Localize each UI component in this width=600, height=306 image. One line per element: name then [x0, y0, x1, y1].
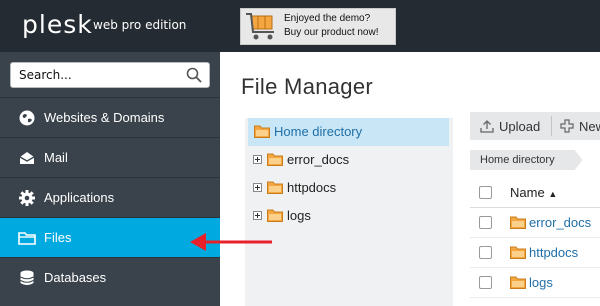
toolbar-divider [551, 116, 552, 136]
sidebar-item-label: Files [44, 230, 72, 245]
column-header-name[interactable]: Name ▲ [510, 185, 557, 200]
folder-icon [18, 232, 36, 245]
page-title: File Manager [241, 74, 373, 99]
row-checkbox[interactable] [479, 246, 492, 259]
mail-icon [19, 152, 35, 164]
sidebar-item-label: Applications [44, 190, 115, 205]
breadcrumb[interactable]: Home directory [470, 150, 583, 170]
tree-item-home-directory[interactable]: Home directory [248, 118, 449, 146]
tree-item-logs[interactable]: logs [245, 202, 449, 230]
tree-item-label: Home directory [274, 124, 363, 139]
sidebar-item-applications[interactable]: Applications [0, 177, 220, 217]
sort-ascending-icon: ▲ [548, 189, 558, 199]
sidebar-item-label: Databases [44, 270, 107, 285]
sidebar: Search... Websites & Domains Mail Applic… [0, 52, 220, 306]
globe-icon [19, 110, 35, 126]
file-panel: Upload New Home directory Name ▲ [470, 108, 600, 306]
upload-button[interactable]: Upload [480, 112, 540, 140]
main-content: File Manager Home directory error_docs h… [220, 52, 600, 306]
column-name-label: Name [510, 185, 545, 200]
upload-label: Upload [499, 118, 541, 134]
tree-item-httpdocs[interactable]: httpdocs [245, 174, 449, 202]
sidebar-item-mail[interactable]: Mail [0, 137, 220, 177]
tree-item-error-docs[interactable]: error_docs [245, 146, 449, 174]
edition-label: web pro edition [93, 18, 187, 32]
new-button[interactable]: New [560, 112, 600, 140]
file-name-link[interactable]: logs [529, 275, 553, 290]
table-header: Name ▲ [470, 178, 600, 208]
select-all-checkbox[interactable] [479, 186, 492, 199]
file-name-link[interactable]: httpdocs [529, 245, 578, 260]
new-label: New [579, 118, 600, 134]
plus-icon [560, 119, 574, 133]
folder-icon [267, 153, 283, 166]
buy-product-banner[interactable]: Enjoyed the demo? Buy our product now! [240, 8, 396, 45]
sidebar-item-websites-domains[interactable]: Websites & Domains [0, 97, 220, 137]
table-row[interactable]: error_docs [470, 208, 600, 238]
plesk-logo[interactable]: plesk [22, 10, 93, 40]
promo-line-1: Enjoyed the demo? [284, 13, 371, 24]
top-bar: plesk web pro edition Enjoyed the demo? … [0, 0, 600, 52]
file-name-link[interactable]: error_docs [529, 215, 591, 230]
folder-icon [510, 276, 526, 289]
search-icon[interactable] [185, 66, 203, 84]
plesk-window: plesk web pro edition Enjoyed the demo? … [0, 0, 600, 306]
folder-icon [267, 181, 283, 194]
sidebar-item-label: Websites & Domains [44, 110, 165, 125]
gear-icon [19, 190, 35, 206]
folder-icon [254, 125, 270, 138]
sidebar-item-databases[interactable]: Databases [0, 257, 220, 297]
annotation-arrow-icon [190, 233, 272, 251]
row-checkbox[interactable] [479, 216, 492, 229]
expand-icon[interactable] [253, 183, 262, 192]
expand-icon[interactable] [253, 155, 262, 164]
promo-line-2: Buy our product now! [284, 27, 379, 38]
table-row[interactable]: logs [470, 268, 600, 298]
search-input[interactable]: Search... [10, 62, 210, 88]
tree-item-label: httpdocs [287, 180, 337, 195]
tree-item-label: logs [287, 208, 311, 223]
folder-icon [510, 216, 526, 229]
database-icon [20, 270, 34, 285]
search-placeholder: Search... [19, 68, 72, 82]
folder-icon [267, 209, 283, 222]
upload-icon [480, 120, 494, 133]
row-checkbox[interactable] [479, 276, 492, 289]
expand-icon[interactable] [253, 211, 262, 220]
tree-item-label: error_docs [287, 152, 350, 167]
shopping-cart-icon [246, 13, 274, 40]
table-row[interactable]: httpdocs [470, 238, 600, 268]
sidebar-item-label: Mail [44, 150, 68, 165]
file-toolbar: Upload New [470, 112, 600, 140]
folder-icon [510, 246, 526, 259]
directory-tree: Home directory error_docs httpdocs logs [245, 118, 453, 306]
